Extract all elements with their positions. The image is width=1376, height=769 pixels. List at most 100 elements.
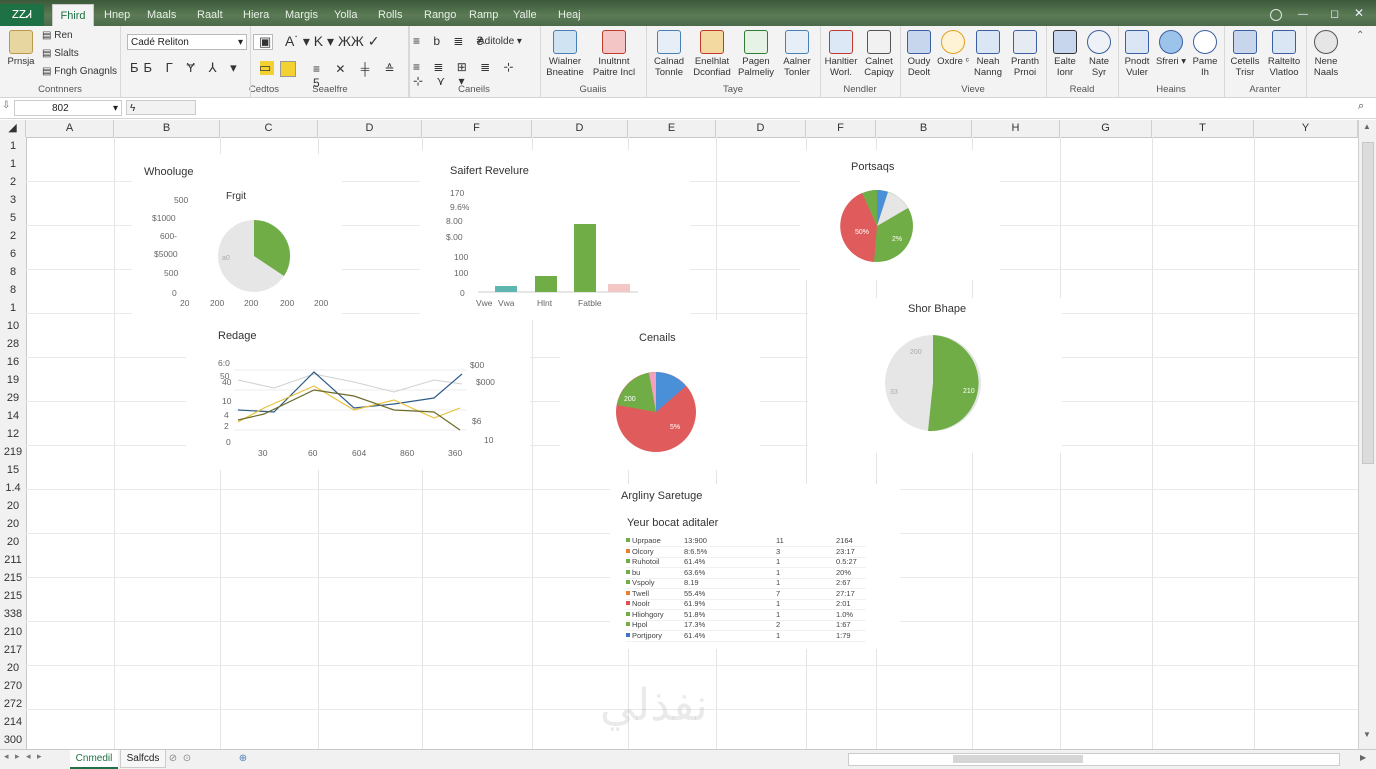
font-name-select[interactable]: Cadé Reliton ▾	[127, 34, 247, 50]
scroll-up-icon[interactable]: ▲	[1363, 122, 1371, 131]
row-header[interactable]: 210	[0, 626, 26, 638]
formula-input[interactable]	[200, 100, 1350, 115]
chart-bar[interactable]: Saifert Revelure 170 9.6% 8.00 $.00 100 …	[420, 150, 690, 320]
tab-1[interactable]: Hnep	[104, 6, 130, 24]
scroll-thumb[interactable]	[1362, 142, 1374, 464]
view-button-4[interactable]: Pranth Prnoi	[1006, 30, 1044, 78]
review-button-2[interactable]: Nate Syr	[1082, 30, 1116, 78]
row-header[interactable]: 1	[0, 302, 26, 314]
paste-button[interactable]: Prnsja	[4, 30, 38, 67]
insert-button-2[interactable]: Sfreri ▾	[1154, 30, 1188, 67]
row-header[interactable]: 8	[0, 284, 26, 296]
chart-pie-3[interactable]: Cenails 200 5%	[560, 320, 760, 470]
column-header[interactable]: F	[806, 120, 876, 137]
column-header[interactable]: E	[628, 120, 716, 137]
row-header[interactable]: 28	[0, 338, 26, 350]
horizontal-scrollbar[interactable]	[848, 753, 1340, 766]
hscroll-thumb[interactable]	[953, 755, 1083, 763]
row-header[interactable]: 19	[0, 374, 26, 386]
insert-button-1[interactable]: Pnodt Vuler	[1120, 30, 1154, 78]
row-header[interactable]: 29	[0, 392, 26, 404]
row-header[interactable]: 20	[0, 536, 26, 548]
search-icon[interactable]: ⌕	[1358, 100, 1364, 113]
arrange-button-2[interactable]: Raltelto Vlatloo	[1264, 30, 1304, 78]
column-header[interactable]: D	[318, 120, 422, 137]
row-header[interactable]: 215	[0, 590, 26, 602]
sheet-tab[interactable]: Salfcds	[120, 750, 166, 768]
format-painter-button[interactable]: ▤ Fngh Gnagnls	[42, 66, 117, 77]
tab-5[interactable]: Margis	[285, 6, 318, 24]
row-header[interactable]: 2	[0, 176, 26, 188]
tab-7[interactable]: Rolls	[378, 6, 402, 24]
tab-10[interactable]: Yalle	[513, 6, 537, 24]
column-header[interactable]: D	[716, 120, 806, 137]
file-tab[interactable]: ᏃᏃᏗ	[0, 4, 44, 26]
restore-icon[interactable]: ◻	[1330, 7, 1339, 20]
row-header[interactable]: 14	[0, 410, 26, 422]
column-header[interactable]: D	[532, 120, 628, 137]
cells-button-2[interactable]: Enelhlat Dconfiad	[690, 30, 734, 78]
row-header[interactable]: 5	[0, 212, 26, 224]
editing-button-2[interactable]: Calnet Capiqy	[860, 30, 898, 78]
column-header[interactable]: A	[26, 120, 114, 137]
editing-button-1[interactable]: Hanltier Worl.	[822, 30, 860, 78]
column-header[interactable]: C	[220, 120, 318, 137]
align-top-icon[interactable]: ▣	[259, 34, 271, 50]
scroll-right-icon[interactable]: ▶	[1360, 753, 1366, 762]
tab-9[interactable]: Ramp	[469, 6, 498, 24]
cells-button-3[interactable]: Pagen Palmeliy	[736, 30, 776, 78]
column-header[interactable]: H	[972, 120, 1060, 137]
sheet-icon[interactable]: ⊘	[166, 750, 180, 767]
tab-2[interactable]: Maals	[147, 6, 176, 24]
insert-button-3[interactable]: Pame Ih	[1188, 30, 1222, 78]
chart-line[interactable]: Redage 6:0 50 40 10 4 2 0 $00 $000 $6 10…	[186, 320, 530, 470]
tab-8[interactable]: Rango	[424, 6, 456, 24]
column-header[interactable]: F	[422, 120, 532, 137]
row-header[interactable]: 6	[0, 248, 26, 260]
style-button-2[interactable]: Inultnnt Paitre Incl	[590, 30, 638, 78]
view-button-2[interactable]: Oxdre ᶜ	[936, 30, 970, 67]
tab-4[interactable]: Hiera	[243, 6, 269, 24]
tab-6[interactable]: Yolla	[334, 6, 357, 24]
arrange-button-1[interactable]: Cetells Trisr	[1226, 30, 1264, 78]
row-header[interactable]: 217	[0, 644, 26, 656]
review-button-1[interactable]: Ealte Ionr	[1048, 30, 1082, 78]
row-header[interactable]: 20	[0, 500, 26, 512]
scroll-down-icon[interactable]: ▼	[1363, 730, 1371, 739]
collapse-ribbon-icon[interactable]: ⌃	[1356, 30, 1364, 41]
row-header[interactable]: 211	[0, 554, 26, 566]
row-header[interactable]: 2	[0, 230, 26, 242]
chart-pie-1[interactable]: Whooluge Frgit 500 $1000 600- $5000 500 …	[132, 154, 342, 324]
cells-button-1[interactable]: Calnad Tonnle	[650, 30, 688, 78]
row-header[interactable]: 1	[0, 158, 26, 170]
row-header[interactable]: 10	[0, 320, 26, 332]
row-header[interactable]: 270	[0, 680, 26, 692]
sheet-icon[interactable]: ⊙	[180, 750, 194, 767]
name-box[interactable]: 802 ▾	[14, 100, 122, 116]
row-header[interactable]: 272	[0, 698, 26, 710]
row-header[interactable]: 1	[0, 140, 26, 152]
column-header[interactable]: B	[114, 120, 220, 137]
copy-button[interactable]: ▤ Slalts	[42, 48, 79, 59]
row-header[interactable]: 219	[0, 446, 26, 458]
row-header[interactable]: 338	[0, 608, 26, 620]
row-header[interactable]: 300	[0, 734, 26, 746]
row-header[interactable]: 215	[0, 572, 26, 584]
column-header[interactable]: Y	[1254, 120, 1358, 137]
tab-active[interactable]: Fhird	[52, 4, 94, 27]
row-header[interactable]: 8	[0, 266, 26, 278]
tab-11[interactable]: Heaj	[558, 6, 581, 24]
row-header[interactable]: 12	[0, 428, 26, 440]
style-button-1[interactable]: Wialner Bneatine	[542, 30, 588, 78]
vertical-scrollbar[interactable]: ▲ ▼	[1358, 120, 1376, 749]
chart-pie-4[interactable]: Shor Bhape 200 33 210	[808, 298, 1062, 453]
font-style-buttons[interactable]: ББ Г Ɏ ⅄ ▾	[130, 60, 242, 76]
row-header[interactable]: 20	[0, 518, 26, 530]
extra-button[interactable]: Nene Naals	[1308, 30, 1344, 78]
column-header[interactable]: B	[876, 120, 972, 137]
cells-button-4[interactable]: Aalner Tonler	[778, 30, 816, 78]
column-header[interactable]: G	[1060, 120, 1152, 137]
fx-button[interactable]: ϟ	[126, 100, 196, 115]
row-header[interactable]: 20	[0, 662, 26, 674]
view-button-1[interactable]: Oudy Deolt	[902, 30, 936, 78]
